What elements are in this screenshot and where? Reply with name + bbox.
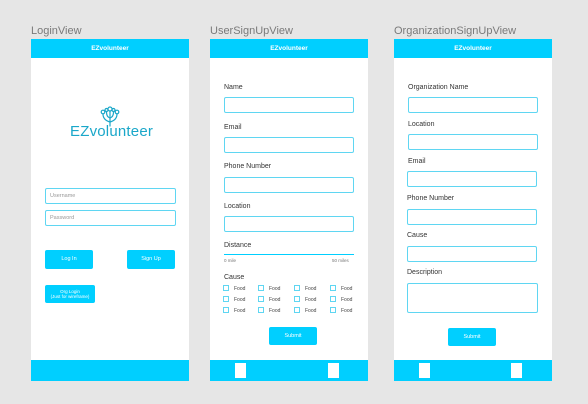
password-placeholder: Password (50, 215, 75, 221)
signup-button[interactable]: Sign Up (127, 250, 175, 269)
cause-option-label: Food (341, 308, 353, 314)
app-header: EZvolunteer (31, 39, 189, 58)
email-label: Email (224, 124, 242, 131)
user-signup-view: EZvolunteer Name Email Phone Number Loca… (210, 39, 368, 381)
cause-option-label: Food (269, 308, 281, 314)
description-label: Description (407, 269, 443, 276)
login-view-title: LoginView (31, 25, 82, 37)
cause-checkbox[interactable] (330, 296, 336, 302)
username-placeholder: Username (50, 193, 76, 199)
location-input[interactable] (224, 216, 354, 232)
cause-input[interactable] (407, 246, 537, 262)
cause-label: Cause (224, 274, 245, 281)
email-input[interactable] (407, 171, 537, 187)
cause-option-label: Food (269, 297, 281, 303)
bottom-nav-bar (210, 360, 368, 381)
cause-checkbox[interactable] (258, 307, 264, 313)
phone-label: Phone Number (224, 163, 272, 170)
cause-checkbox[interactable] (294, 307, 300, 313)
bottom-nav-bar (394, 360, 552, 381)
location-label: Location (408, 121, 435, 128)
password-input[interactable]: Password (45, 210, 176, 226)
org-name-input[interactable] (408, 97, 538, 113)
distance-max-label: 50 miles (332, 258, 349, 263)
submit-button[interactable]: Submit (448, 328, 496, 346)
app-title: EZvolunteer (270, 45, 308, 52)
cause-option-label: Food (305, 308, 317, 314)
cause-option-label: Food (234, 297, 246, 303)
distance-min-label: 0 mile (224, 258, 237, 263)
name-label: Name (224, 84, 243, 91)
email-input[interactable] (224, 137, 354, 153)
nav-button-right[interactable] (328, 363, 339, 378)
cause-option-label: Food (234, 286, 246, 292)
org-login-button[interactable]: Org Login (Just for wireframe) (45, 285, 95, 303)
cause-option-label: Food (234, 308, 246, 314)
email-label: Email (408, 158, 426, 165)
login-view: EZvolunteer EZvolunteer Username Passwor… (31, 39, 189, 381)
login-button[interactable]: Log In (45, 250, 93, 269)
cause-option-label: Food (341, 297, 353, 303)
phone-input[interactable] (407, 209, 537, 225)
name-input[interactable] (224, 97, 354, 113)
cause-option-label: Food (305, 286, 317, 292)
cause-checkbox[interactable] (294, 285, 300, 291)
app-header: EZvolunteer (210, 39, 368, 58)
description-textarea[interactable] (407, 283, 538, 313)
org-name-label: Organization Name (408, 84, 469, 91)
org-signup-view: EZvolunteer Organization Name Location E… (394, 39, 552, 381)
cause-option-label: Food (341, 286, 353, 292)
cause-checkbox[interactable] (294, 296, 300, 302)
cause-option-label: Food (269, 286, 281, 292)
cause-checkbox[interactable] (330, 307, 336, 313)
bottom-nav-bar (31, 360, 189, 381)
cause-checkbox[interactable] (223, 296, 229, 302)
user-signup-view-title: UserSignUpView (210, 25, 293, 37)
app-header: EZvolunteer (394, 39, 552, 58)
distance-label: Distance (224, 242, 252, 249)
app-title: EZvolunteer (91, 45, 129, 52)
nav-button-left[interactable] (235, 363, 246, 378)
username-input[interactable]: Username (45, 188, 176, 204)
submit-button[interactable]: Submit (269, 327, 317, 345)
phone-label: Phone Number (407, 195, 455, 202)
cause-checkbox[interactable] (258, 285, 264, 291)
nav-button-right[interactable] (511, 363, 522, 378)
logo-text: EZvolunteer (70, 123, 154, 140)
nav-button-left[interactable] (419, 363, 430, 378)
app-title: EZvolunteer (454, 45, 492, 52)
cause-checkbox[interactable] (330, 285, 336, 291)
cause-option-label: Food (305, 297, 317, 303)
phone-input[interactable] (224, 177, 354, 193)
location-input[interactable] (408, 134, 538, 150)
org-signup-view-title: OrganizationSignUpView (394, 25, 517, 37)
distance-slider[interactable] (224, 254, 354, 255)
cause-checkbox[interactable] (223, 285, 229, 291)
cause-checkbox[interactable] (258, 296, 264, 302)
cause-checkbox[interactable] (223, 307, 229, 313)
location-label: Location (224, 203, 251, 210)
cause-label: Cause (407, 232, 428, 239)
